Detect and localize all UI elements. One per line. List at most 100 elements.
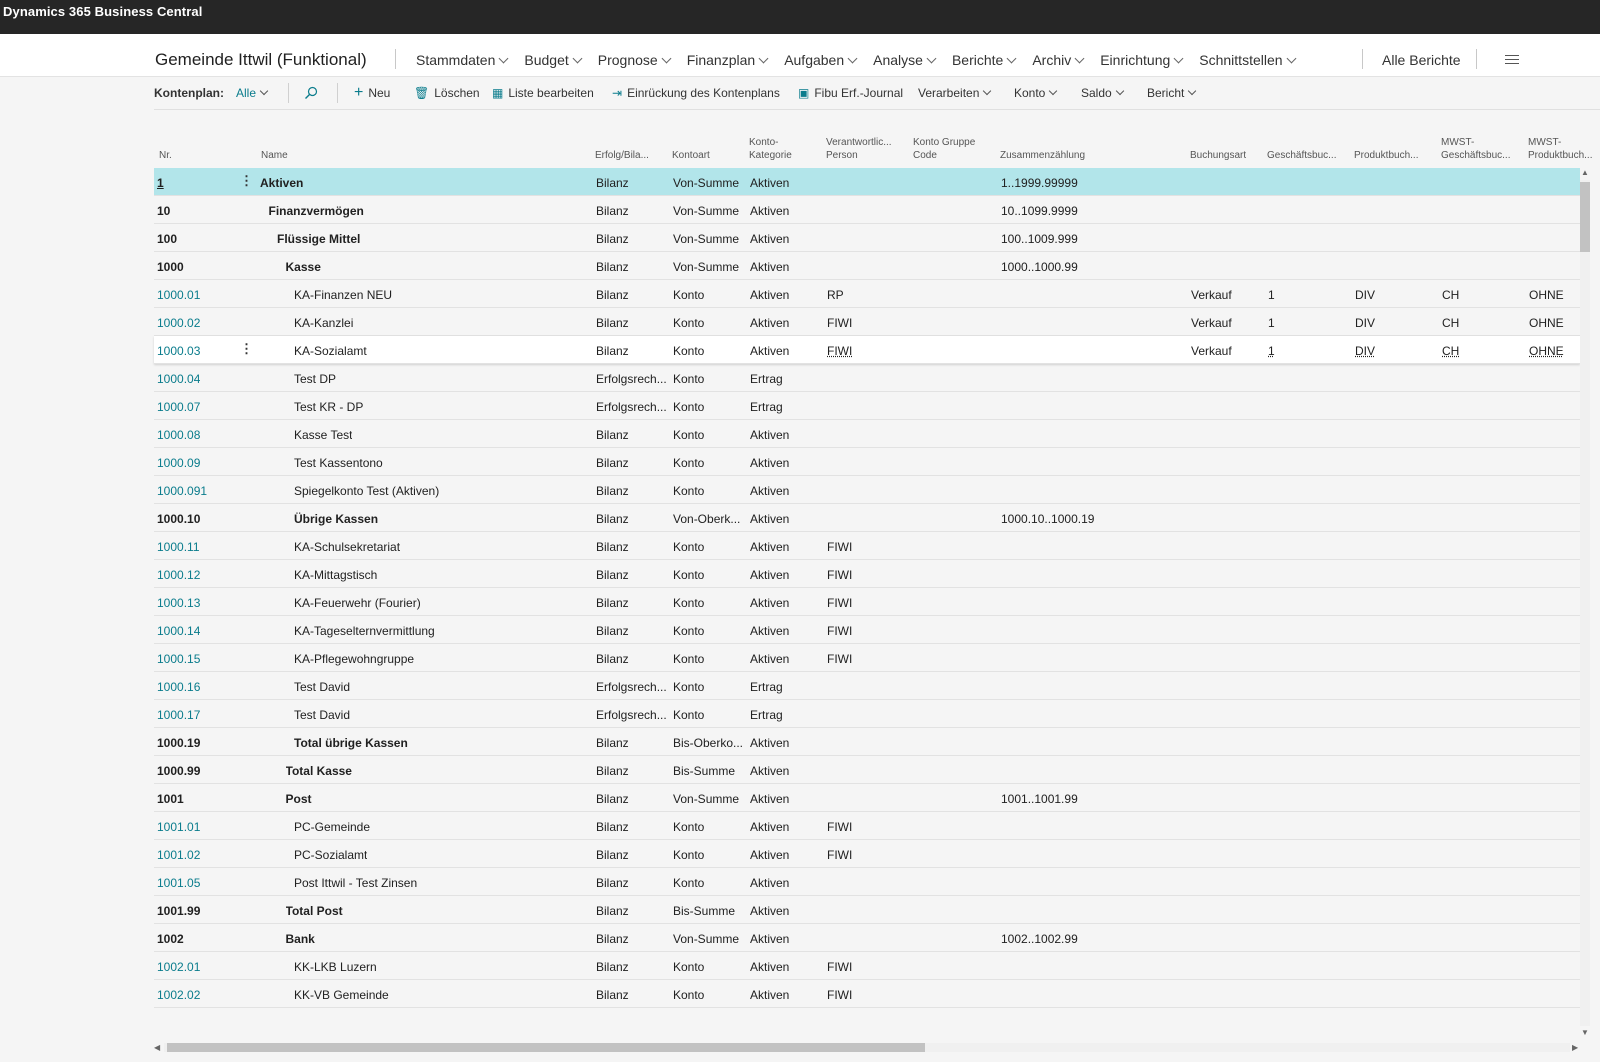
table-row[interactable]: 10 Finanzvermögen Bilanz Von-Summe Aktiven 10… [154,196,1580,224]
table-row[interactable]: 1000.12 KA-Mittagstisch Bilanz Konto Aktiven… [154,560,1580,588]
scroll-thumb[interactable] [1580,182,1590,252]
cell-resp[interactable]: FIWI [827,596,852,610]
vertical-scrollbar[interactable]: ▲ ▼ [1580,168,1592,1038]
table-row[interactable]: 1000.09 Test Kassentono Bilanz Konto Aktiven [154,448,1580,476]
table-row[interactable]: 1000.11 KA-Schulsekretariat Bilanz Konto Akt… [154,532,1580,560]
cell-resp[interactable]: FIWI [827,316,852,330]
table-row[interactable]: 1000.10 Übrige Kassen Bilanz Von-Oberk... Ak… [154,504,1580,532]
account-no-link[interactable]: 1000.01 [157,288,200,302]
column-header-account-type[interactable]: Kontoart [672,149,710,162]
account-no-link[interactable]: 1000.13 [157,596,200,610]
account-no-link[interactable]: 1002.02 [157,988,200,1002]
scroll-right-icon[interactable]: ▶ [1572,1043,1578,1052]
view-filter-dropdown[interactable]: Alle [236,86,269,100]
cell-gen-prod[interactable]: DIV [1355,288,1375,302]
table-row[interactable]: 1000.13 KA-Feuerwehr (Fourier) Bilanz Konto… [154,588,1580,616]
scroll-down-icon[interactable]: ▼ [1581,1028,1589,1037]
scroll-up-icon[interactable]: ▲ [1581,168,1589,177]
table-row[interactable]: 1000.04 Test DP Erfolgsrech... Konto Ertrag [154,364,1580,392]
account-no-link[interactable]: 1002.01 [157,960,200,974]
account-no-link[interactable]: 1000.11 [157,540,200,554]
column-header-gen-prod-posting[interactable]: Produktbuch... [1354,149,1434,162]
table-row[interactable]: 1001.01 PC-Gemeinde Bilanz Konto Aktiven FIWI [154,812,1580,840]
table-row[interactable]: 1002 Bank Bilanz Von-Summe Aktiven 1002..1002… [154,924,1580,952]
account-no-link[interactable]: 1000.12 [157,568,200,582]
account-no-link[interactable]: 1000.09 [157,456,200,470]
column-header-account-group[interactable]: Konto Gruppe Code [913,136,975,162]
delete-button[interactable]: 🗑 Löschen [414,86,480,100]
column-header-gen-bus-posting[interactable]: Geschäftsbuc... [1267,149,1347,162]
nav-menu-analyse[interactable]: Analyse [873,52,952,68]
cell-gen-bus[interactable]: 1 [1268,288,1275,302]
cell-resp[interactable]: FIWI [827,960,852,974]
nav-menu-einrichtung[interactable]: Einrichtung [1100,52,1199,68]
account-no-link[interactable]: 100 [157,232,177,246]
search-button[interactable] [304,86,318,100]
table-row[interactable]: 1000.15 KA-Pflegewohngruppe Bilanz Konto Akt… [154,644,1580,672]
account-no-link[interactable]: 1001 [157,792,184,806]
balance-menu[interactable]: Saldo [1081,86,1124,100]
nav-menu-archiv[interactable]: Archiv [1032,52,1100,68]
column-header-name[interactable]: Name [261,149,288,162]
cell-resp[interactable]: RP [827,288,844,302]
column-header-account-category[interactable]: Konto- Kategorie [749,136,792,162]
nav-menu-schnittstellen[interactable]: Schnittstellen [1199,52,1311,68]
nav-menu-aufgaben[interactable]: Aufgaben [784,52,873,68]
table-row[interactable]: 1000.19 Total übrige Kassen Bilanz Bis-Ober… [154,728,1580,756]
edit-list-button[interactable]: ▦ Liste bearbeiten [492,86,594,100]
row-actions-icon[interactable]: ⋮ [240,173,253,189]
table-row[interactable]: 1000.07 Test KR - DP Erfolgsrech... Konto Er… [154,392,1580,420]
account-no-link[interactable]: 1001.02 [157,848,200,862]
account-no-link[interactable]: 1000.10 [157,512,200,526]
journal-button[interactable]: ▣ Fibu Erf.-Journal [798,86,903,100]
process-menu[interactable]: Verarbeiten [918,86,992,100]
column-header-totaling[interactable]: Zusammenzählung [1000,149,1085,162]
cell-gen-bus[interactable]: 1 [1268,344,1275,358]
account-menu[interactable]: Konto [1014,86,1058,100]
new-button[interactable]: + Neu [354,85,390,101]
account-no-link[interactable]: 1001.05 [157,876,200,890]
cell-resp[interactable]: FIWI [827,624,852,638]
cell-vat-prod[interactable]: OHNE [1529,316,1564,330]
table-row[interactable]: 1 ⋮ Aktiven Bilanz Von-Summe Aktiven 1..1999.9… [154,168,1580,196]
hamburger-menu-icon[interactable] [1505,55,1519,65]
table-row[interactable]: 1000.14 KA-Tageselternvermittlung Bilanz Ko… [154,616,1580,644]
account-no-link[interactable]: 1000 [157,260,184,274]
cell-vat-bus[interactable]: CH [1442,316,1459,330]
table-row[interactable]: 1001.02 PC-Sozialamt Bilanz Konto Aktiven FIW… [154,840,1580,868]
account-no-link[interactable]: 1000.07 [157,400,200,414]
account-no-link[interactable]: 10 [157,204,170,218]
horizontal-scrollbar[interactable]: ◀ ▶ [154,1043,1580,1053]
table-row[interactable]: 1000.17 Test David Erfolgsrech... Konto Ertr… [154,700,1580,728]
cell-resp[interactable]: FIWI [827,848,852,862]
account-no-link[interactable]: 1000.17 [157,708,200,722]
column-header-income-balance[interactable]: Erfolg/Bila... [595,149,665,162]
cell-resp[interactable]: FIWI [827,820,852,834]
account-no-link[interactable]: 1002 [157,932,184,946]
column-header-vat-prod-posting[interactable]: MWST- Produktbuch... [1528,136,1594,162]
cell-gen-prod[interactable]: DIV [1355,344,1375,358]
account-no-link[interactable]: 1000.19 [157,736,200,750]
nav-menu-prognose[interactable]: Prognose [598,52,687,68]
table-row[interactable]: 1000.99 Total Kasse Bilanz Bis-Summe Aktiven [154,756,1580,784]
account-no-link[interactable]: 1000.03 [157,344,200,358]
account-no-link[interactable]: 1000.14 [157,624,200,638]
table-row[interactable]: 1001.05 Post Ittwil - Test Zinsen Bilanz Ko… [154,868,1580,896]
cell-resp[interactable]: FIWI [827,988,852,1002]
cell-gen-prod[interactable]: DIV [1355,316,1375,330]
table-row[interactable]: 1000.01 KA-Finanzen NEU Bilanz Konto Aktiven… [154,280,1580,308]
account-no-link[interactable]: 1000.16 [157,680,200,694]
indent-button[interactable]: ⇥ Einrückung des Kontenplans [612,86,780,100]
all-reports-link[interactable]: Alle Berichte [1382,52,1461,68]
nav-menu-berichte[interactable]: Berichte [952,52,1032,68]
account-no-link[interactable]: 1000.99 [157,764,200,778]
nav-menu-finanzplan[interactable]: Finanzplan [687,52,785,68]
column-header-responsible-person[interactable]: Verantwortlic... Person [826,136,906,162]
cell-resp[interactable]: FIWI [827,568,852,582]
table-row[interactable]: 1000.02 KA-Kanzlei Bilanz Konto Aktiven FIWI V… [154,308,1580,336]
account-no-link[interactable]: 1000.091 [157,484,207,498]
cell-resp[interactable]: FIWI [827,540,852,554]
scroll-thumb[interactable] [167,1043,925,1052]
account-no-link[interactable]: 1001.99 [157,904,200,918]
account-no-link[interactable]: 1001.01 [157,820,200,834]
